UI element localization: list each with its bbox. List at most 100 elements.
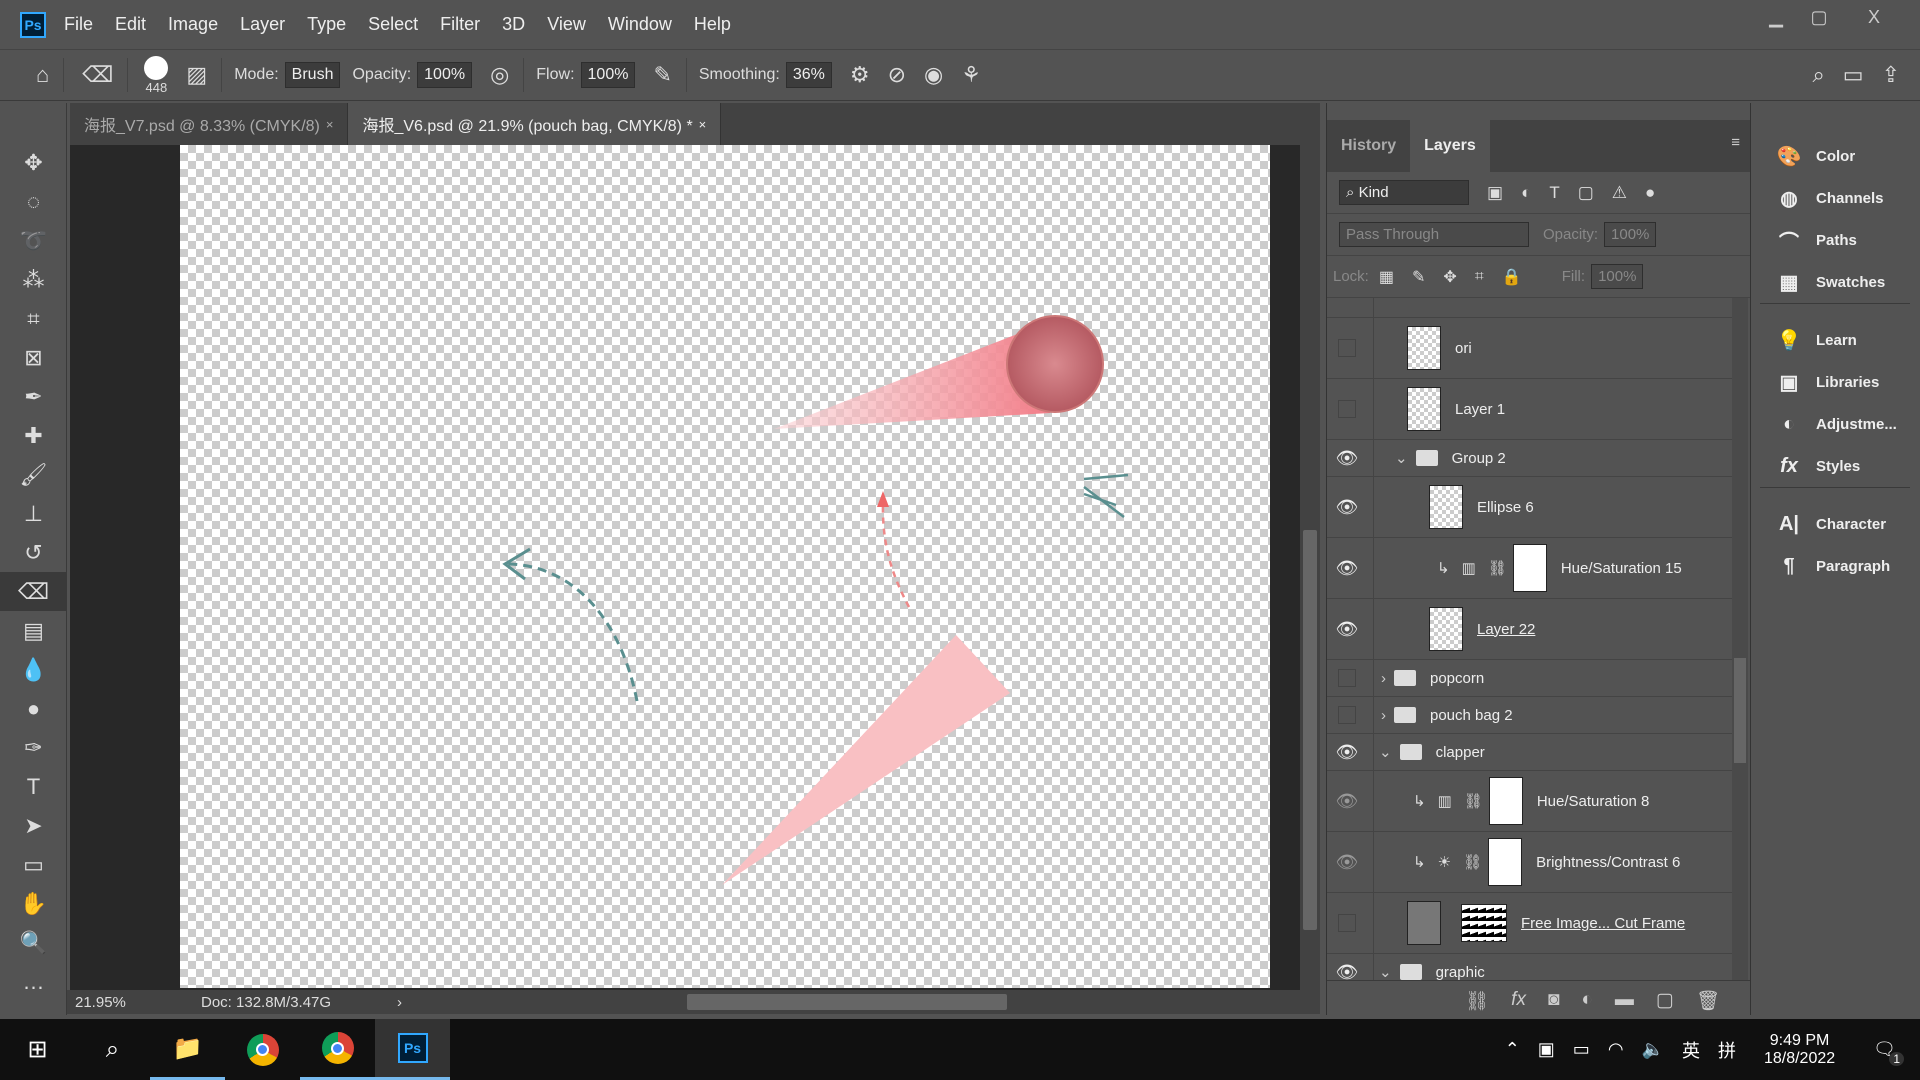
layer-row-group-2[interactable]: 👁 ⌄ Group 2: [1327, 440, 1732, 477]
layer-mask[interactable]: [1512, 544, 1547, 592]
airbrush-icon[interactable]: ✎: [653, 62, 671, 88]
menu-filter[interactable]: Filter: [440, 14, 480, 35]
path-selection-tool-icon[interactable]: ➤: [0, 806, 67, 845]
meet-icon[interactable]: ▣: [1538, 1039, 1555, 1060]
layer-mask[interactable]: [1488, 777, 1523, 825]
filter-shape-icon[interactable]: ▢: [1578, 183, 1594, 203]
eye-icon[interactable]: 👁: [1327, 558, 1367, 579]
mode-select[interactable]: Brush: [284, 62, 341, 88]
brush-settings-icon[interactable]: ▨: [186, 62, 207, 88]
menu-select[interactable]: Select: [368, 14, 418, 35]
fx-icon[interactable]: fx: [1511, 989, 1526, 1013]
link-icon[interactable]: ⛓: [1463, 853, 1482, 871]
eye-icon[interactable]: 👁: [1327, 962, 1367, 981]
layer-row-ellipse-6[interactable]: 👁 Ellipse 6: [1327, 477, 1732, 538]
filter-smart-object-icon[interactable]: ⚠: [1612, 183, 1627, 203]
wifi-icon[interactable]: ◠: [1608, 1039, 1624, 1060]
menu-image[interactable]: Image: [168, 14, 218, 35]
zoom-level[interactable]: 21.95%: [67, 994, 137, 1011]
rectangle-tool-icon[interactable]: ▭: [0, 845, 67, 884]
menu-layer[interactable]: Layer: [240, 14, 285, 35]
lock-transparency-icon[interactable]: ▦: [1379, 267, 1394, 287]
brush-preset-picker[interactable]: 448: [144, 55, 169, 95]
maximize-button[interactable]: ▢: [1797, 0, 1841, 34]
layer-list-scrollbar[interactable]: [1732, 298, 1748, 980]
menu-help[interactable]: Help: [694, 14, 731, 35]
add-mask-icon[interactable]: ◙: [1548, 989, 1559, 1013]
chrome-profile-icon[interactable]: [300, 1019, 375, 1080]
chevron-right-icon[interactable]: ›: [1381, 707, 1386, 724]
clock[interactable]: 9:49 PM 18/8/2022: [1764, 1032, 1835, 1068]
more-tools-icon[interactable]: …: [0, 962, 67, 1001]
menu-window[interactable]: Window: [608, 14, 672, 35]
chevron-up-icon[interactable]: ⌃: [1505, 1039, 1520, 1060]
pressure-size-icon[interactable]: ◉: [924, 62, 943, 88]
opacity-input[interactable]: 100%: [417, 62, 473, 88]
dock-color[interactable]: 🎨 Color: [1760, 135, 1910, 177]
eye-icon[interactable]: 👁: [1327, 742, 1367, 763]
filter-kind-select[interactable]: ⌕ Kind: [1339, 180, 1469, 205]
new-layer-icon[interactable]: ▢: [1656, 989, 1674, 1013]
horizontal-scroll-thumb[interactable]: [687, 994, 1007, 1010]
file-explorer-icon[interactable]: 📁: [150, 1019, 225, 1080]
chevron-down-icon[interactable]: ⌄: [1379, 963, 1392, 980]
close-tab-icon[interactable]: ×: [699, 117, 707, 132]
blur-tool-icon[interactable]: 💧: [0, 650, 67, 689]
document-canvas[interactable]: [180, 145, 1270, 988]
ime-mode[interactable]: 拼: [1718, 1037, 1736, 1063]
dock-paragraph[interactable]: ¶ Paragraph: [1760, 545, 1910, 587]
visibility-toggle[interactable]: [1338, 706, 1356, 724]
lock-pixels-icon[interactable]: ✎: [1412, 267, 1425, 287]
chevron-down-icon[interactable]: ⌄: [1379, 743, 1392, 761]
layer-row-hue-saturation-15[interactable]: 👁 ↳ ▥ ⛓ Hue/Saturation 15: [1327, 538, 1732, 599]
new-group-icon[interactable]: ▬: [1615, 989, 1634, 1013]
blend-mode-select[interactable]: Pass Through: [1339, 222, 1529, 247]
layer-row-layer-1[interactable]: Layer 1: [1327, 379, 1732, 440]
menu-3d[interactable]: 3D: [502, 14, 525, 35]
filter-pixel-icon[interactable]: ▣: [1487, 183, 1503, 203]
filter-type-icon[interactable]: T: [1549, 183, 1559, 203]
ellipse-marquee-tool-icon[interactable]: ◌: [0, 182, 67, 221]
visibility-toggle[interactable]: [1338, 669, 1356, 687]
new-adjustment-layer-icon[interactable]: ◐: [1581, 989, 1592, 1013]
close-button[interactable]: X: [1852, 0, 1896, 34]
pen-tool-icon[interactable]: ✑: [0, 728, 67, 767]
brush-tool-icon[interactable]: 🖌: [0, 455, 67, 494]
share-icon[interactable]: ⇪: [1882, 62, 1900, 88]
menu-edit[interactable]: Edit: [115, 14, 146, 35]
magic-wand-tool-icon[interactable]: ⁂: [0, 260, 67, 299]
tab-layers[interactable]: Layers: [1410, 120, 1490, 172]
flow-input[interactable]: 100%: [580, 62, 636, 88]
type-tool-icon[interactable]: T: [0, 767, 67, 806]
symmetry-icon[interactable]: ⚘: [961, 62, 981, 88]
trash-icon[interactable]: 🗑: [1696, 989, 1720, 1013]
crop-tool-icon[interactable]: ⌗: [0, 299, 67, 338]
status-menu-arrow[interactable]: ›: [397, 994, 427, 1011]
dock-channels[interactable]: ◍ Channels: [1760, 177, 1910, 219]
layer-row-partial[interactable]: [1327, 298, 1732, 318]
chrome-icon[interactable]: [225, 1019, 300, 1080]
photoshop-taskbar-icon[interactable]: Ps: [375, 1019, 450, 1080]
chevron-right-icon[interactable]: ›: [1381, 670, 1386, 687]
clone-stamp-tool-icon[interactable]: ⊥: [0, 494, 67, 533]
layer-row-free-image-cut-frame[interactable]: Free Image... Cut Frame: [1327, 893, 1732, 954]
battery-icon[interactable]: ▭: [1573, 1039, 1590, 1060]
dodge-tool-icon[interactable]: ●: [0, 689, 67, 728]
lock-all-icon[interactable]: 🔒: [1502, 267, 1522, 287]
layer-row-popcorn[interactable]: › popcorn: [1327, 660, 1732, 697]
eyedropper-tool-icon[interactable]: ✒: [0, 377, 67, 416]
healing-brush-tool-icon[interactable]: ✚: [0, 416, 67, 455]
lock-position-icon[interactable]: ✥: [1443, 267, 1456, 287]
link-layers-icon[interactable]: ⛓: [1465, 989, 1489, 1013]
link-icon[interactable]: ⛓: [1488, 559, 1507, 577]
move-tool-icon[interactable]: ✥: [0, 143, 67, 182]
erase-to-history-icon[interactable]: ⊘: [888, 62, 906, 88]
eraser-tool-icon[interactable]: ⌫: [82, 62, 113, 88]
tab-history[interactable]: History: [1327, 120, 1410, 172]
fill-input[interactable]: 100%: [1591, 264, 1644, 289]
tab-v7[interactable]: 海报_V7.psd @ 8.33% (CMYK/8) ×: [70, 103, 349, 145]
dock-adjustments[interactable]: ◐ Adjustme...: [1760, 403, 1910, 445]
link-icon[interactable]: ⛓: [1464, 792, 1483, 810]
filter-toggle-icon[interactable]: ●: [1645, 183, 1655, 203]
chevron-down-icon[interactable]: ⌄: [1395, 449, 1408, 467]
